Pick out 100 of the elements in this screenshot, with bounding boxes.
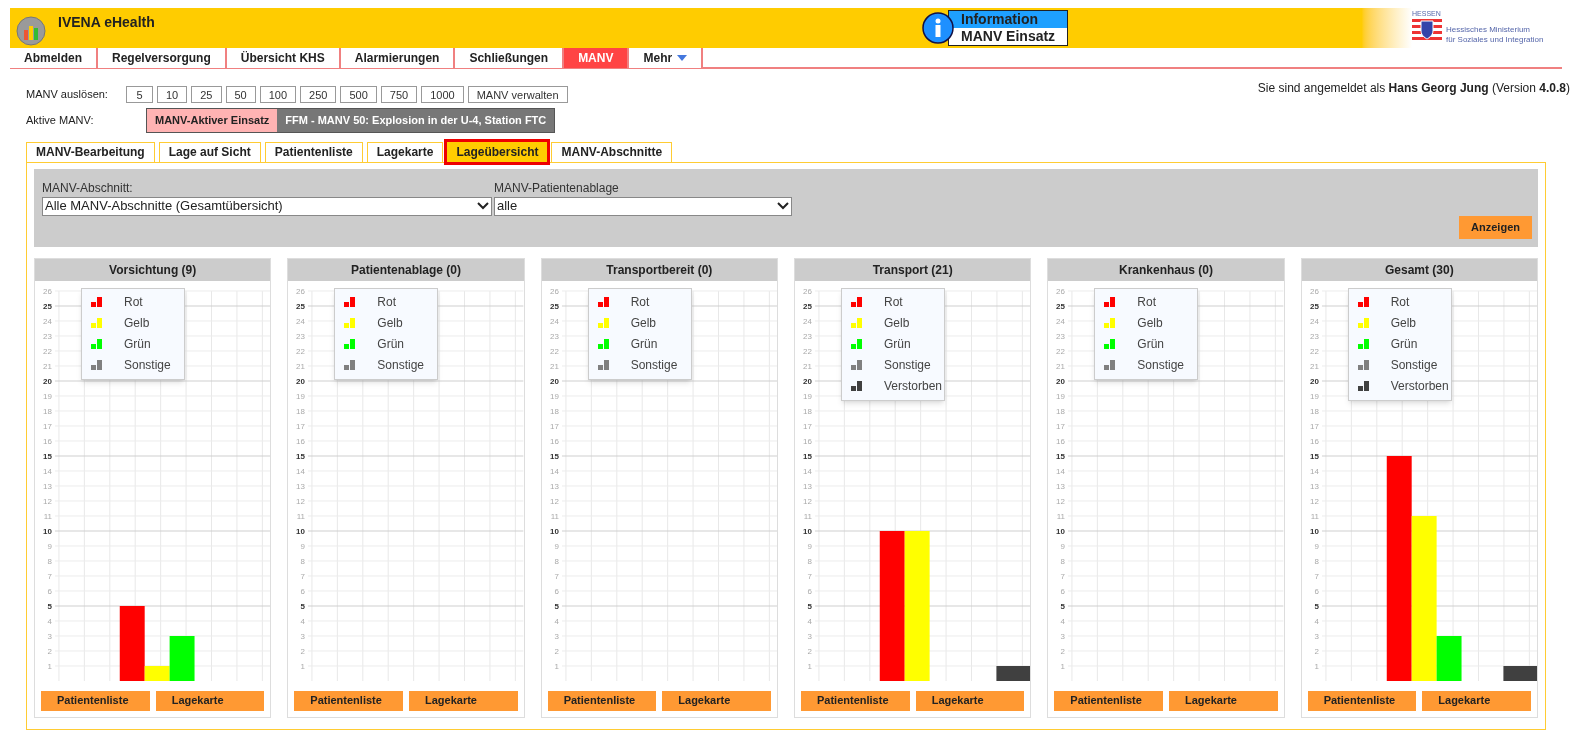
axis-label: 15 bbox=[549, 451, 559, 461]
axis-label: 2 bbox=[300, 646, 306, 656]
axis-label: 13 bbox=[1309, 481, 1319, 491]
axis-label: 5 bbox=[1060, 601, 1066, 611]
info-text: MANV Einsatz bbox=[949, 28, 1067, 45]
axis-label: 1 bbox=[1060, 661, 1066, 671]
chart-button[interactable]: Lagekarte bbox=[1422, 690, 1531, 711]
axis-label: 11 bbox=[43, 511, 52, 521]
axis-label: 10 bbox=[296, 526, 306, 536]
chart-title: Krankenhaus (0) bbox=[1048, 258, 1284, 281]
axis-label: 20 bbox=[803, 376, 812, 386]
show-button[interactable]: Anzeigen bbox=[1459, 216, 1532, 239]
chevron-down-icon bbox=[777, 202, 789, 210]
axis-label: 5 bbox=[1314, 601, 1319, 611]
axis-label: 16 bbox=[1309, 436, 1319, 446]
axis-label: 7 bbox=[47, 571, 52, 581]
axis-label: 25 bbox=[803, 301, 812, 311]
nav-tab[interactable]: Schließungen bbox=[455, 48, 565, 68]
storage-select[interactable]: alle bbox=[494, 196, 792, 216]
axis-label: 13 bbox=[43, 481, 52, 491]
axis-label: 26 bbox=[549, 286, 559, 296]
tab[interactable]: Lageübersicht bbox=[447, 141, 548, 162]
axis-label: 6 bbox=[1314, 586, 1319, 596]
legend-label: Gelb bbox=[377, 315, 403, 332]
axis-label: 24 bbox=[549, 316, 559, 326]
axis-label: 8 bbox=[300, 556, 306, 566]
axis-label: 23 bbox=[1309, 331, 1319, 341]
ministry-name: Hessisches Ministerium bbox=[1446, 25, 1532, 35]
chart-title: Patientenablage (0) bbox=[288, 258, 524, 281]
trigger-button[interactable]: 100 bbox=[259, 86, 297, 103]
axis-label: 25 bbox=[1056, 301, 1066, 311]
axis-label: 24 bbox=[43, 316, 52, 326]
axis-label: 12 bbox=[1309, 496, 1319, 506]
axis-label: 15 bbox=[1309, 451, 1319, 461]
tab[interactable]: Patientenliste bbox=[264, 141, 363, 162]
tab[interactable]: Lage auf Sicht bbox=[158, 141, 261, 162]
axis-label: 1 bbox=[807, 661, 812, 671]
axis-label: 12 bbox=[43, 496, 52, 506]
trigger-button[interactable]: 25 bbox=[191, 86, 222, 103]
trigger-button[interactable]: 10 bbox=[157, 86, 188, 103]
nav-tab[interactable]: Alarmierungen bbox=[340, 48, 456, 68]
axis-label: 13 bbox=[803, 481, 812, 491]
chart-button[interactable]: Lagekarte bbox=[915, 690, 1025, 711]
axis-label: 6 bbox=[47, 586, 52, 596]
axis-label: 15 bbox=[1056, 451, 1066, 461]
chart-button[interactable]: Patientenliste bbox=[801, 690, 910, 711]
axis-label: 1 bbox=[47, 661, 52, 671]
chart-button[interactable]: Lagekarte bbox=[155, 690, 265, 711]
tab[interactable]: MANV-Bearbeitung bbox=[26, 141, 155, 162]
trigger-button[interactable]: MANV verwalten bbox=[467, 86, 568, 103]
axis-label: 4 bbox=[300, 616, 306, 626]
axis-label: 13 bbox=[296, 481, 306, 491]
legend-label: Sonstige bbox=[884, 357, 931, 374]
axis-label: 6 bbox=[300, 586, 306, 596]
info-title: Information bbox=[949, 11, 1067, 28]
nav-tab[interactable]: Übersicht KHS bbox=[226, 48, 341, 68]
tab[interactable]: MANV-Abschnitte bbox=[551, 141, 673, 162]
axis-label: 22 bbox=[803, 346, 812, 356]
chart-button[interactable]: Patientenliste bbox=[547, 690, 657, 711]
trigger-button[interactable]: 750 bbox=[380, 86, 418, 103]
section-select[interactable]: Alle MANV-Abschnitte (Gesamtübersicht) bbox=[42, 196, 492, 216]
trigger-button[interactable]: 50 bbox=[225, 86, 256, 103]
axis-label: 26 bbox=[803, 286, 812, 296]
axis-label: 17 bbox=[1056, 421, 1066, 431]
chart-button[interactable]: Patientenliste bbox=[294, 690, 403, 711]
axis-label: 8 bbox=[47, 556, 52, 566]
chart-title: Vorsichtung (9) bbox=[35, 258, 271, 281]
axis-label: 26 bbox=[1056, 286, 1066, 296]
chart-button[interactable]: Patientenliste bbox=[1307, 690, 1417, 711]
axis-label: 4 bbox=[47, 616, 52, 626]
chart-button[interactable]: Patientenliste bbox=[1054, 690, 1163, 711]
trigger-button[interactable]: 1000 bbox=[421, 86, 464, 103]
trigger-button[interactable]: 250 bbox=[300, 86, 337, 103]
axis-label: 23 bbox=[296, 331, 306, 341]
nav-tab[interactable]: Regelversorgung bbox=[98, 48, 227, 68]
chart-button[interactable]: Lagekarte bbox=[662, 690, 771, 711]
chart-button[interactable]: Lagekarte bbox=[409, 690, 518, 711]
legend-label: Rot bbox=[377, 294, 396, 311]
trigger-button[interactable]: 500 bbox=[340, 86, 377, 103]
axis-label: 12 bbox=[1056, 496, 1066, 506]
axis-label: 3 bbox=[300, 631, 306, 641]
chart-button[interactable]: Patientenliste bbox=[41, 690, 150, 711]
chart-button[interactable]: Lagekarte bbox=[1169, 690, 1278, 711]
axis-label: 9 bbox=[47, 541, 52, 551]
axis-label: 5 bbox=[807, 601, 812, 611]
active-label: Aktive MANV: bbox=[26, 113, 95, 128]
axis-label: 20 bbox=[296, 376, 306, 386]
axis-label: 23 bbox=[549, 331, 559, 341]
legend-label: Gelb bbox=[124, 315, 150, 332]
trigger-button[interactable]: 5 bbox=[126, 86, 153, 103]
axis-label: 21 bbox=[803, 361, 812, 371]
nav-tab[interactable]: Mehr bbox=[629, 48, 704, 68]
nav-tab[interactable]: Abmelden bbox=[10, 48, 98, 68]
active-incident[interactable]: FFM - MANV 50: Explosion in der U-4, Station FTC bbox=[277, 109, 555, 132]
axis-label: 5 bbox=[300, 601, 306, 611]
axis-label: 8 bbox=[807, 556, 812, 566]
login-info: Sie sind angemeldet als Hans Georg Jung (Version 4.0.8) bbox=[1257, 80, 1570, 97]
chart-title: Gesamt (30) bbox=[1301, 258, 1537, 281]
axis-label: 3 bbox=[47, 631, 52, 641]
tab[interactable]: Lagekarte bbox=[366, 141, 444, 162]
